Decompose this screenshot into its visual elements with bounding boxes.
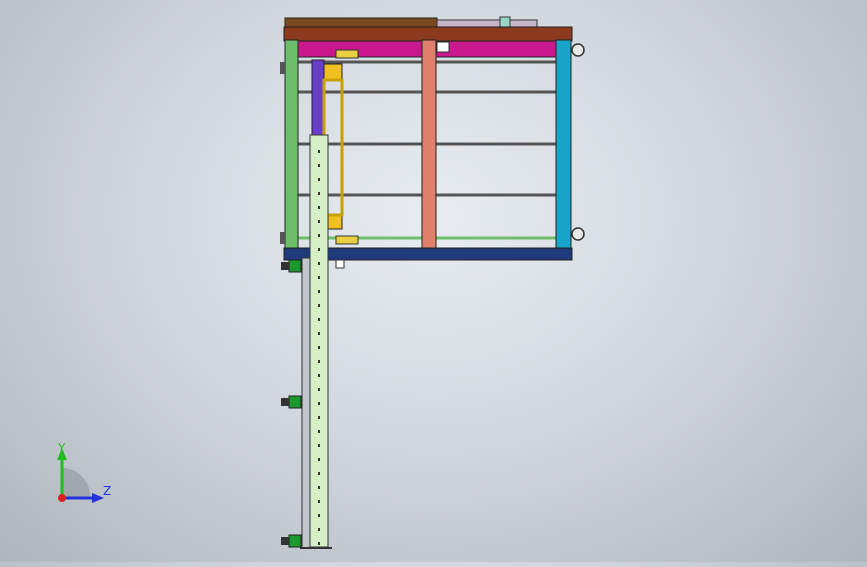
column-hole <box>318 444 320 447</box>
column-hole <box>318 276 320 279</box>
right-post[interactable] <box>555 39 572 249</box>
foot-bottom[interactable] <box>288 534 302 548</box>
y-axis-label: Y <box>57 441 66 455</box>
side-bracket-left[interactable] <box>280 62 285 74</box>
frame-top-beam[interactable] <box>283 26 573 42</box>
top-fixture[interactable] <box>335 49 359 59</box>
foot-middle[interactable] <box>288 395 302 409</box>
z-axis-label: Z <box>103 484 111 498</box>
wheel-top-right[interactable] <box>571 43 585 57</box>
column-hole <box>318 500 320 503</box>
column-hole <box>318 220 320 223</box>
x-axis-icon <box>58 494 66 502</box>
purple-strip[interactable] <box>311 59 325 137</box>
column-hole <box>318 332 320 335</box>
column-hole <box>318 304 320 307</box>
foot-knob-bottom <box>281 537 289 545</box>
bottom-fixture[interactable] <box>335 235 359 245</box>
column-hole <box>318 150 320 153</box>
foot-knob-top <box>281 262 289 270</box>
foot-knob-middle <box>281 398 289 406</box>
column-hole <box>318 528 320 531</box>
column-hole <box>318 262 320 265</box>
column-hole <box>318 164 320 167</box>
column-hole <box>318 192 320 195</box>
column-hole <box>318 234 320 237</box>
column-hole <box>318 514 320 517</box>
foot-top[interactable] <box>288 259 302 273</box>
column-hole <box>318 290 320 293</box>
cad-viewport[interactable]: Y Z <box>0 0 867 562</box>
column-rail[interactable] <box>301 257 311 549</box>
column-hole <box>318 486 320 489</box>
column-hole <box>318 472 320 475</box>
axis-triad: Y Z <box>57 441 111 503</box>
column-hole <box>318 178 320 181</box>
column-hole <box>318 206 320 209</box>
column-hole <box>318 430 320 433</box>
column-hole <box>318 248 320 251</box>
left-post[interactable] <box>284 39 299 249</box>
triad-plane <box>62 468 90 498</box>
column-hole <box>318 458 320 461</box>
top-bracket[interactable] <box>499 16 511 28</box>
column-hole <box>318 402 320 405</box>
column-hole <box>318 416 320 419</box>
vertical-column[interactable] <box>309 134 329 548</box>
column-hole <box>318 388 320 391</box>
yellow-block-top[interactable] <box>323 63 343 81</box>
wheel-bottom-right[interactable] <box>571 227 585 241</box>
column-hole <box>318 374 320 377</box>
column-hole <box>318 360 320 363</box>
center-post[interactable] <box>421 39 437 249</box>
top-rail-accessory[interactable] <box>436 19 538 28</box>
bottom-tab[interactable] <box>335 259 345 269</box>
column-hole <box>318 542 320 545</box>
side-bracket-bottom-left[interactable] <box>280 232 285 244</box>
top-clamp[interactable] <box>436 41 450 53</box>
column-hole <box>318 346 320 349</box>
assembly-model[interactable] <box>0 0 867 562</box>
column-hole <box>318 318 320 321</box>
